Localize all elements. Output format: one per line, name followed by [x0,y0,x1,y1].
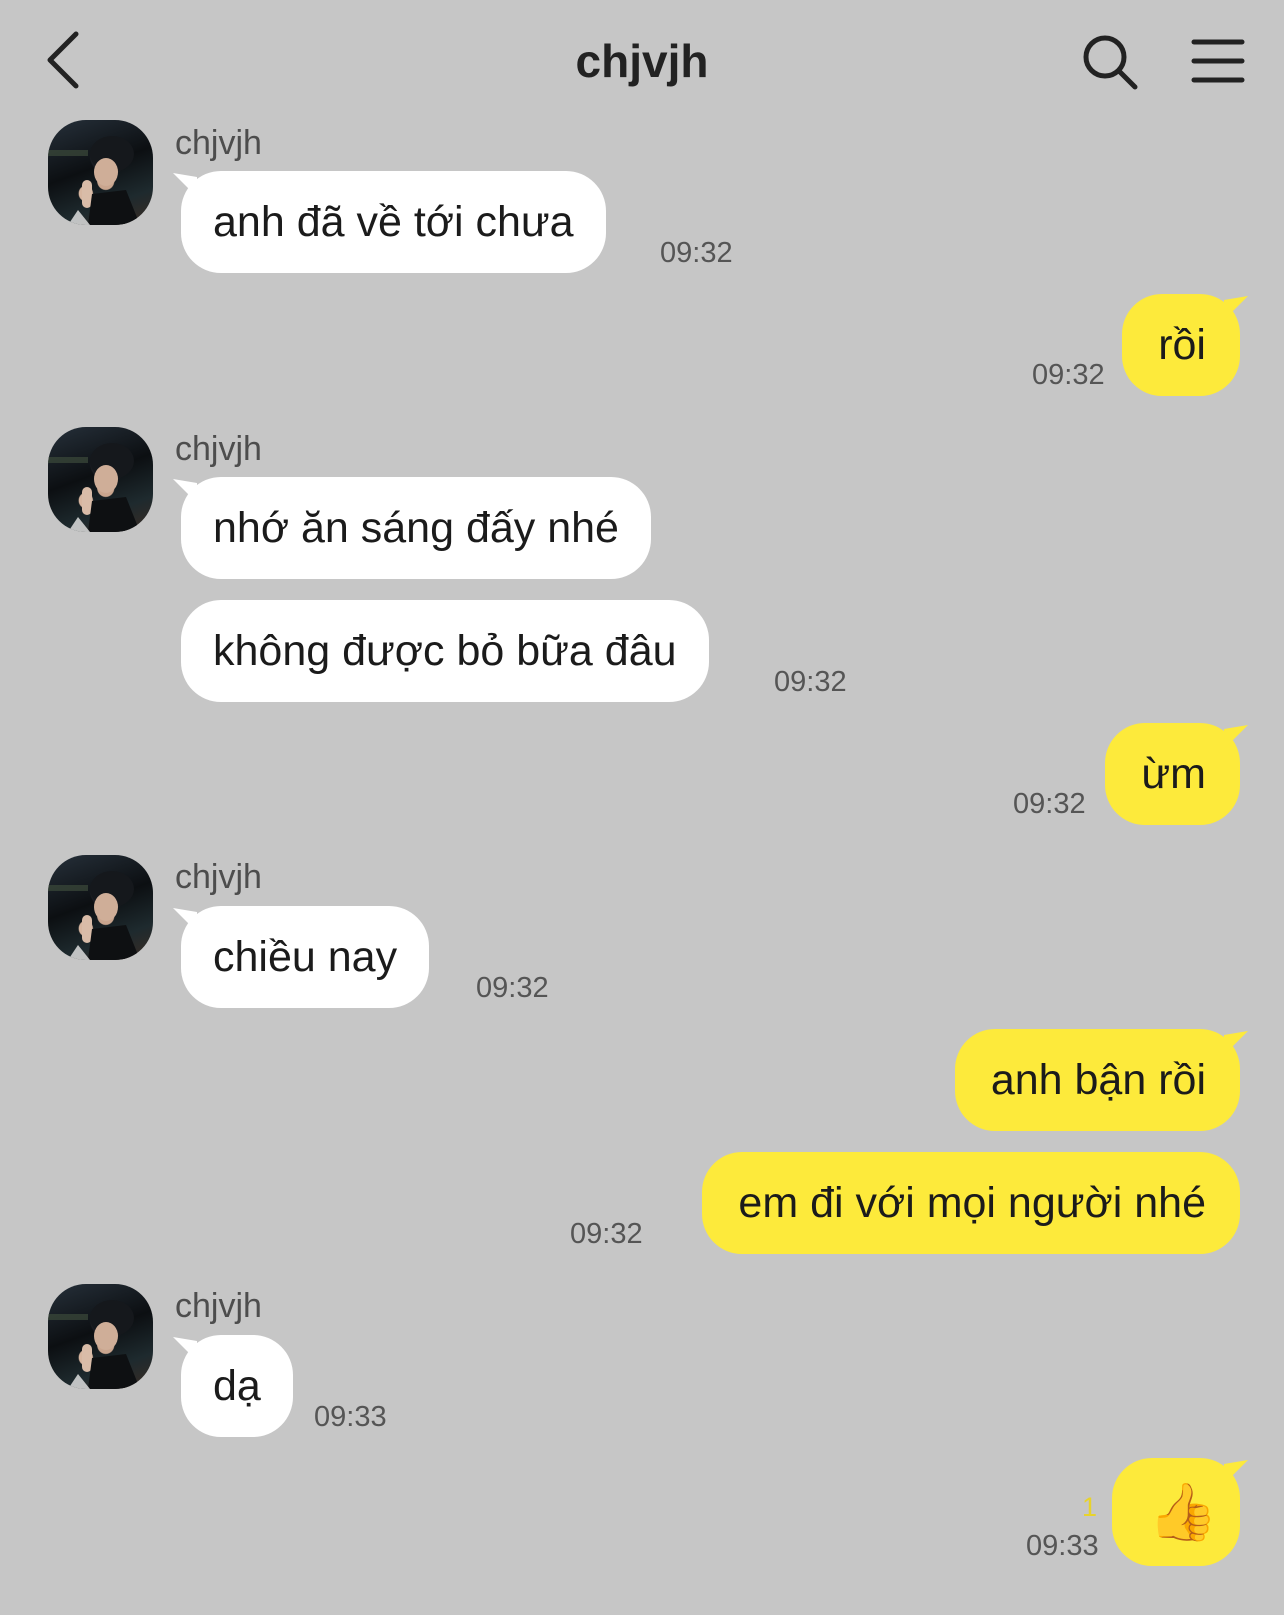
bubble-tail [1224,725,1248,749]
chat-header: chjvjh [0,0,1284,120]
thumbs-up-emoji: 👍 [1148,1480,1218,1543]
menu-button[interactable] [1190,36,1246,86]
bubble-tail [173,1337,197,1361]
sender-name: chjvjh [175,1287,262,1325]
unread-count: 1 [1082,1492,1098,1522]
bubble-tail [1224,1031,1248,1055]
message-text: anh bận rồi [990,1056,1206,1104]
message-bubble[interactable]: không được bỏ bữa đâu [181,600,709,702]
sender-name: chjvjh [175,430,262,468]
message-bubble[interactable]: rồi [1122,294,1248,396]
message-bubble[interactable]: anh đã về tới chưa [173,171,606,273]
bubble-tail [173,908,197,932]
message-bubble[interactable]: nhớ ăn sáng đấy nhé [173,477,651,579]
avatar[interactable] [48,120,153,225]
avatar[interactable] [48,427,153,532]
bubble-tail [1224,1460,1248,1484]
avatar[interactable] [48,855,153,960]
message-time: 09:33 [314,1401,387,1433]
message-bubble[interactable]: ừm [1105,723,1248,825]
message-text: ừm [1141,750,1206,798]
sender-name: chjvjh [175,858,262,896]
avatar[interactable] [48,1284,153,1389]
message-time: 09:33 [1026,1530,1099,1562]
message-time: 09:32 [1013,788,1086,820]
message-time: 09:32 [570,1218,643,1250]
message-text: dạ [213,1362,261,1410]
bubble-tail [173,479,197,503]
avatar-figure-icon [48,136,140,225]
message-text: anh đã về tới chưa [213,198,574,246]
bubble-tail [1224,296,1248,320]
bubble-tail [173,173,197,197]
message-text: nhớ ăn sáng đấy nhé [213,504,619,552]
avatar-figure-icon [48,443,140,532]
message-text: rồi [1158,321,1206,369]
avatar-figure-icon [48,1300,140,1389]
avatar-figure-icon [48,871,140,960]
message-time: 09:32 [660,237,733,269]
message-bubble[interactable]: dạ [173,1335,293,1437]
message-text: chiều nay [213,933,398,981]
message-bubble[interactable]: anh bận rồi [954,1029,1248,1131]
search-button[interactable] [1080,32,1140,92]
message-bubble[interactable]: 👍 [1112,1458,1248,1566]
message-text: không được bỏ bữa đâu [213,627,677,675]
message-time: 09:32 [1032,359,1105,391]
message-time: 09:32 [476,972,549,1004]
message-bubble[interactable]: chiều nay [173,906,430,1008]
message-time: 09:32 [774,666,847,698]
message-text: em đi với mọi người nhé [738,1179,1206,1227]
search-icon [1083,35,1138,90]
message-bubble[interactable]: em đi với mọi người nhé [702,1152,1240,1254]
sender-name: chjvjh [175,124,262,162]
hamburger-menu-icon [1191,39,1245,83]
